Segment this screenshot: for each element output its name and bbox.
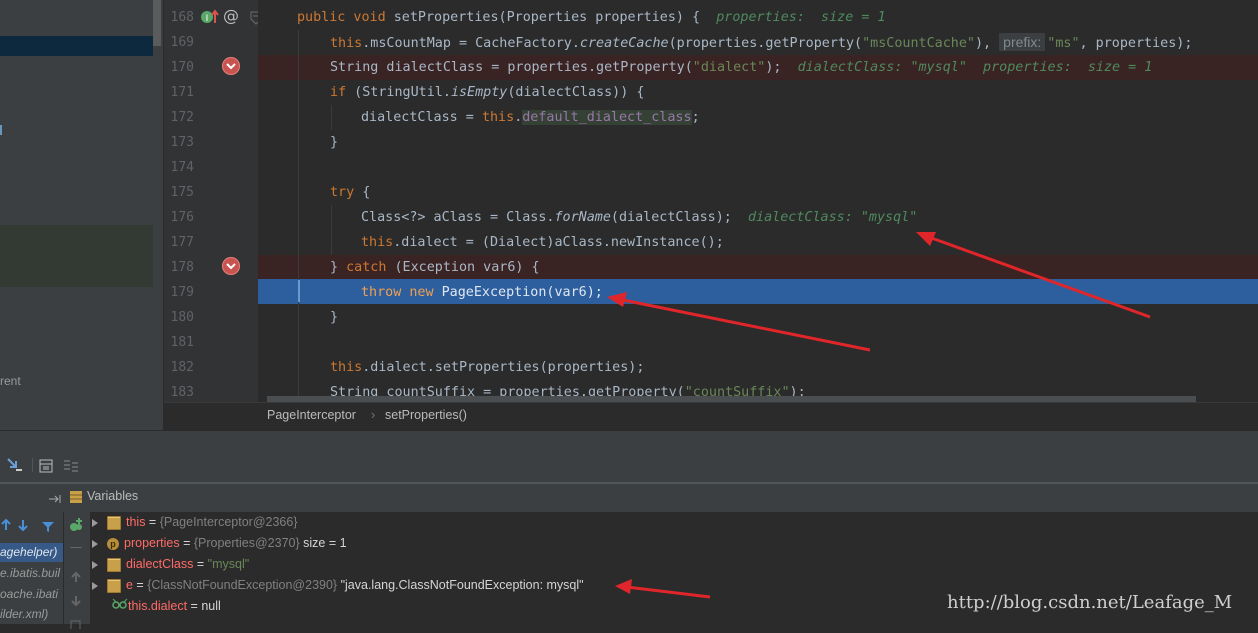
red-arrow xyxy=(607,292,871,352)
red-arrow xyxy=(916,232,1151,319)
red-arrow xyxy=(615,579,711,599)
annotation-arrows xyxy=(607,232,1151,599)
